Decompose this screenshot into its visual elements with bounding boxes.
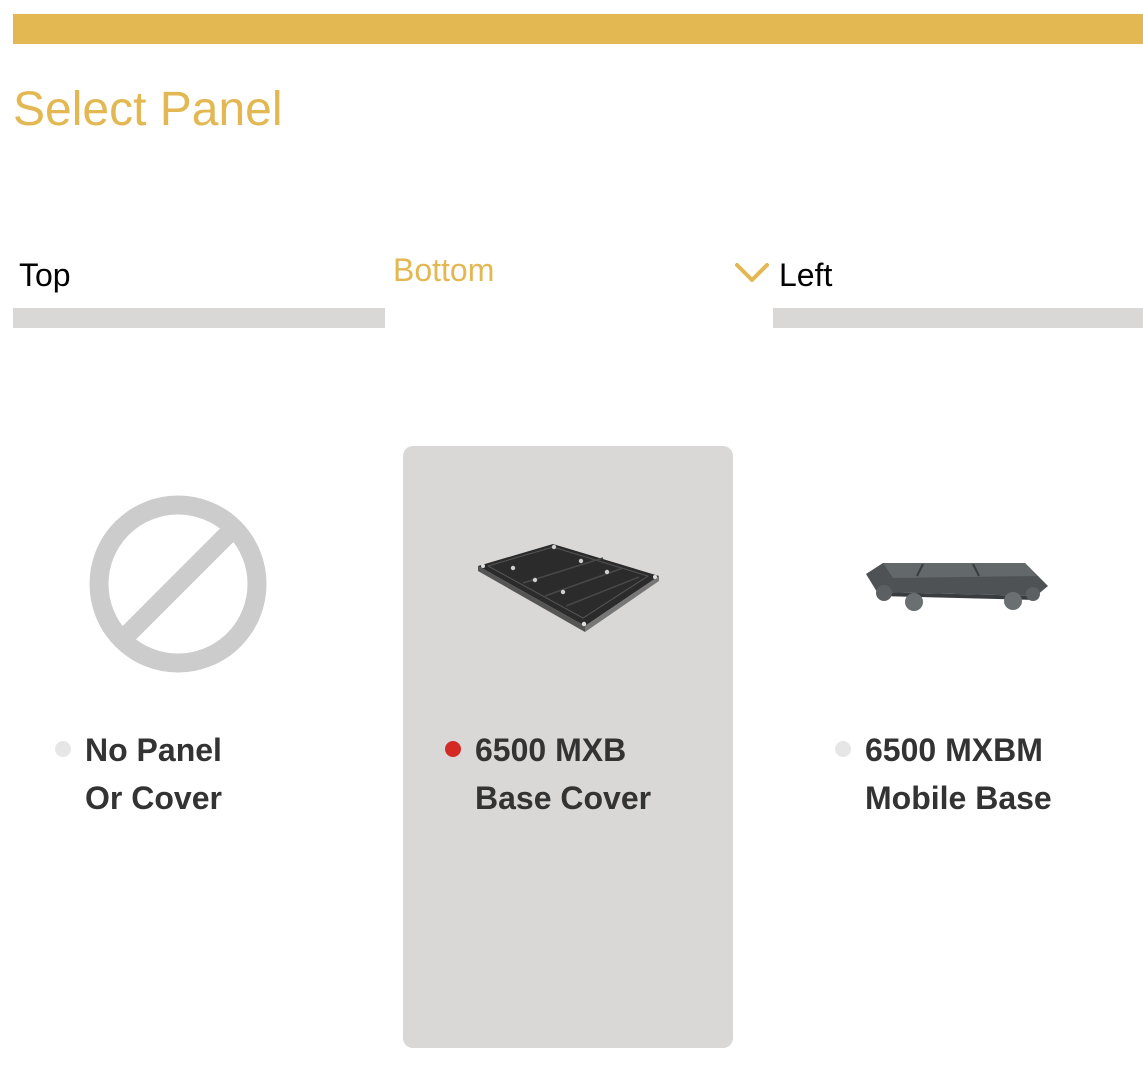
option-label-line2: Or Cover: [85, 780, 222, 816]
option-label-line1: 6500 MXBM: [865, 732, 1043, 768]
radio-mobile-base[interactable]: [835, 741, 851, 757]
tab-left-underline: [773, 308, 1143, 328]
tab-top-underline: [13, 308, 385, 328]
option-label-line1: No Panel: [85, 732, 222, 768]
tab-bottom[interactable]: Bottom: [393, 252, 494, 289]
option-card-mobile-base[interactable]: 6500 MXBM Mobile Base: [793, 446, 1123, 1048]
mobile-base-image: [866, 563, 1048, 611]
radio-base-cover[interactable]: [445, 741, 461, 757]
no-panel-icon: [89, 495, 267, 673]
option-card-no-panel[interactable]: No Panel Or Cover: [13, 446, 343, 1048]
option-label-line2: Base Cover: [475, 780, 652, 816]
option-label-line2: Mobile Base: [865, 780, 1052, 816]
chevron-down-icon: [735, 263, 769, 282]
tab-top[interactable]: Top: [19, 257, 71, 294]
base-cover-image: [478, 544, 659, 632]
top-accent-bar: [13, 14, 1143, 44]
tab-left[interactable]: Left: [779, 257, 832, 294]
radio-no-panel[interactable]: [55, 741, 71, 757]
option-label-line1: 6500 MXB: [475, 732, 627, 768]
page-title: Select Panel: [13, 83, 283, 136]
option-card-base-cover[interactable]: 6500 MXB Base Cover: [403, 446, 733, 1048]
